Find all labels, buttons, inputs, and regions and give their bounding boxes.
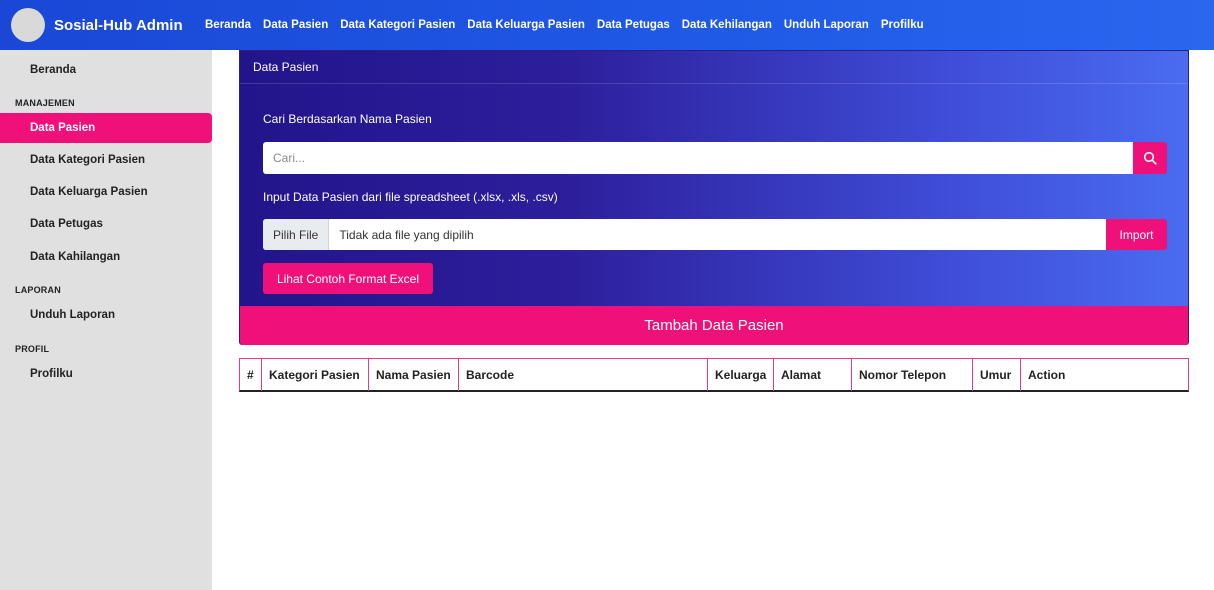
import-button[interactable]: Import bbox=[1106, 219, 1167, 250]
nav-data-keluarga-pasien[interactable]: Data Keluarga Pasien bbox=[467, 19, 585, 31]
choose-file-button[interactable]: Pilih File bbox=[263, 219, 330, 250]
column-header-kategori-pasien: Kategori Pasien bbox=[262, 359, 369, 391]
column-header-nomor-telepon: Nomor Telepon bbox=[852, 359, 973, 391]
data-pasien-card: Data Pasien Cari Berdasarkan Nama Pasien… bbox=[239, 50, 1189, 345]
patient-table: # Kategori Pasien Nama Pasien Barcode Ke… bbox=[239, 358, 1189, 392]
add-patient-button[interactable]: Tambah Data Pasien bbox=[240, 306, 1188, 345]
column-header-index: # bbox=[240, 359, 262, 391]
file-input[interactable]: Pilih File Tidak ada file yang dipilih bbox=[263, 219, 1107, 250]
sidebar-heading-profil: PROFIL bbox=[15, 344, 50, 354]
sidebar: Beranda MANAJEMEN Data Pasien Data Kateg… bbox=[0, 50, 212, 590]
sidebar-item-data-pasien[interactable]: Data Pasien bbox=[0, 113, 212, 143]
nav-data-pasien[interactable]: Data Pasien bbox=[263, 19, 328, 31]
sidebar-item-profilku[interactable]: Profilku bbox=[0, 359, 212, 389]
file-status-text: Tidak ada file yang dipilih bbox=[339, 227, 474, 242]
sidebar-item-data-kategori-pasien[interactable]: Data Kategori Pasien bbox=[0, 145, 212, 175]
card-title: Data Pasien bbox=[240, 51, 1188, 84]
column-header-action: Action bbox=[1028, 368, 1066, 382]
avatar[interactable] bbox=[11, 8, 45, 42]
nav-data-kehilangan[interactable]: Data Kehilangan bbox=[682, 19, 772, 31]
column-header-alamat: Alamat bbox=[774, 359, 852, 391]
search-button[interactable] bbox=[1133, 142, 1167, 174]
sidebar-heading-laporan: LAPORAN bbox=[15, 285, 61, 295]
column-header-barcode: Barcode bbox=[459, 359, 708, 391]
nav-beranda[interactable]: Beranda bbox=[205, 19, 251, 31]
column-header-umur: Umur bbox=[973, 359, 1021, 391]
column-header-nama-pasien: Nama Pasien bbox=[369, 359, 459, 391]
sidebar-heading-manajemen: MANAJEMEN bbox=[15, 98, 75, 108]
nav-profilku[interactable]: Profilku bbox=[881, 19, 924, 31]
sidebar-item-data-kahilangan[interactable]: Data Kahilangan bbox=[0, 242, 212, 272]
nav-data-petugas[interactable]: Data Petugas bbox=[597, 19, 670, 31]
brand-title[interactable]: Sosial-Hub Admin bbox=[54, 17, 202, 34]
search-label: Cari Berdasarkan Nama Pasien bbox=[263, 112, 432, 126]
search-input[interactable] bbox=[263, 142, 1133, 174]
import-label: Input Data Pasien dari file spreadsheet … bbox=[263, 190, 558, 204]
sidebar-item-data-keluarga-pasien[interactable]: Data Keluarga Pasien bbox=[0, 177, 212, 207]
sidebar-item-data-petugas[interactable]: Data Petugas bbox=[0, 209, 212, 239]
example-format-button[interactable]: Lihat Contoh Format Excel bbox=[263, 263, 433, 294]
search-icon bbox=[1143, 151, 1157, 165]
top-navbar: Sosial-Hub Admin Beranda Data Pasien Dat… bbox=[0, 0, 1214, 50]
sidebar-item-beranda[interactable]: Beranda bbox=[0, 55, 212, 85]
sidebar-item-unduh-laporan[interactable]: Unduh Laporan bbox=[0, 300, 212, 330]
top-nav: Beranda Data Pasien Data Kategori Pasien… bbox=[205, 19, 924, 31]
nav-unduh-laporan[interactable]: Unduh Laporan bbox=[784, 19, 869, 31]
nav-data-kategori-pasien[interactable]: Data Kategori Pasien bbox=[340, 19, 455, 31]
column-header-keluarga: Keluarga bbox=[708, 359, 774, 391]
